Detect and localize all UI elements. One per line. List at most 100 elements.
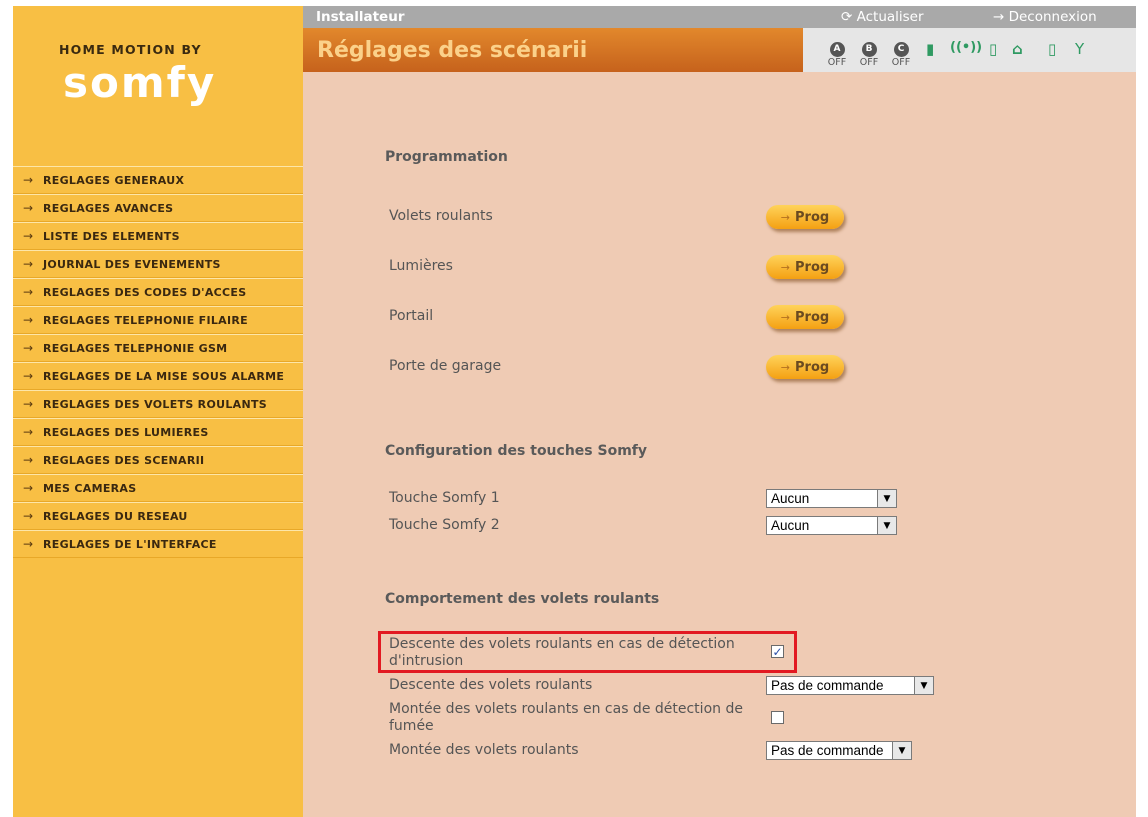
sidebar-item-label: REGLAGES DES CODES D'ACCES	[43, 285, 247, 299]
page-title: Réglages des scénarii	[317, 38, 588, 63]
antenna-icon: Y	[1075, 40, 1085, 58]
sidebar-item-lumieres[interactable]: → REGLAGES DES LUMIERES	[13, 418, 303, 446]
chevron-down-icon[interactable]: ▼	[892, 742, 911, 759]
arrow-right-icon: →	[993, 9, 1005, 25]
prog-row-label: Porte de garage	[389, 358, 502, 374]
config-row-label: Touche Somfy 1	[389, 490, 500, 506]
sidebar-item-mise-sous-alarme[interactable]: → REGLAGES DE LA MISE SOUS ALARME	[13, 362, 303, 390]
sidebar-item-label: REGLAGES DE LA MISE SOUS ALARME	[43, 369, 285, 383]
check-icon: ✓	[772, 645, 783, 659]
section-programmation-title: Programmation	[385, 149, 508, 165]
sidebar-item-label: REGLAGES DE L'INTERFACE	[43, 537, 217, 551]
chevron-down-icon[interactable]: ▼	[877, 490, 896, 507]
config-row-label: Touche Somfy 2	[389, 517, 500, 533]
fumee-label: Montée des volets roulants en cas de dét…	[389, 701, 743, 734]
sidebar-item-codes-acces[interactable]: → REGLAGES DES CODES D'ACCES	[13, 278, 303, 306]
status-bar: A OFF B OFF C OFF ▮ ((•)) ▯ ⌂ ▯ Y	[803, 28, 1136, 72]
title-bar: Réglages des scénarii	[303, 28, 803, 72]
arrow-right-icon: →	[22, 201, 34, 215]
main-content: Programmation Volets roulants → Prog Lumi…	[303, 72, 1136, 817]
sidebar-item-label: REGLAGES DES LUMIERES	[43, 425, 209, 439]
sidebar-item-label: REGLAGES AVANCES	[43, 201, 174, 215]
select-value: Aucun	[771, 518, 810, 533]
prog-button-portail[interactable]: → Prog	[766, 305, 844, 329]
arrow-right-icon: →	[22, 313, 34, 327]
intrusion-checkbox[interactable]: ✓	[771, 645, 784, 658]
arrow-right-icon: →	[22, 453, 34, 467]
sidebar: HOME MOTION BY somfy → REGLAGES GENERAUX …	[13, 6, 303, 817]
sidebar-item-cameras[interactable]: → MES CAMERAS	[13, 474, 303, 502]
zone-letter: B	[861, 42, 877, 57]
sidebar-item-label: REGLAGES DES SCENARII	[43, 453, 205, 467]
sidebar-item-volets-roulants[interactable]: → REGLAGES DES VOLETS ROULANTS	[13, 390, 303, 418]
logo-tagline: HOME MOTION BY	[59, 42, 202, 57]
intrusion-label: Descente des volets roulants en cas de d…	[389, 636, 735, 669]
montee-label: Montée des volets roulants	[389, 742, 579, 758]
prog-button-lumieres[interactable]: → Prog	[766, 255, 844, 279]
touche-somfy-2-select[interactable]: Aucun ▼	[766, 516, 897, 535]
fumee-checkbox[interactable]	[771, 711, 784, 724]
arrow-right-icon: →	[780, 360, 791, 374]
arrow-right-icon: →	[22, 173, 34, 187]
arrow-right-icon: →	[22, 341, 34, 355]
descente-select[interactable]: Pas de commande ▼	[766, 676, 934, 695]
arrow-right-icon: →	[22, 257, 34, 271]
zone-c-status: C OFF	[887, 36, 915, 68]
sidebar-nav: → REGLAGES GENERAUX → REGLAGES AVANCES → LI…	[13, 166, 303, 558]
sidebar-item-label: REGLAGES DU RESEAU	[43, 509, 188, 523]
sidebar-item-telephonie-gsm[interactable]: → REGLAGES TELEPHONIE GSM	[13, 334, 303, 362]
prog-row-label: Volets roulants	[389, 208, 493, 224]
chevron-down-icon[interactable]: ▼	[914, 677, 933, 694]
section-comportement-title: Comportement des volets roulants	[385, 591, 660, 607]
chevron-down-icon[interactable]: ▼	[877, 517, 896, 534]
sidebar-item-journal-evenements[interactable]: → JOURNAL DES EVENEMENTS	[13, 250, 303, 278]
sidebar-item-liste-elements[interactable]: → LISTE DES ELEMENTS	[13, 222, 303, 250]
logout-label: Deconnexion	[1008, 9, 1097, 25]
arrow-right-icon: →	[22, 537, 34, 551]
section-config-title: Configuration des touches Somfy	[385, 443, 648, 459]
arrow-right-icon: →	[22, 425, 34, 439]
zone-letter: C	[893, 42, 909, 57]
refresh-icon: ⟳	[841, 9, 853, 25]
prog-button-label: Prog	[795, 309, 830, 325]
prog-button-label: Prog	[795, 259, 830, 275]
sidebar-item-label: LISTE DES ELEMENTS	[43, 229, 180, 243]
zone-state: OFF	[891, 57, 911, 68]
user-role-label: Installateur	[316, 9, 405, 25]
sidebar-item-reglages-avances[interactable]: → REGLAGES AVANCES	[13, 194, 303, 222]
sidebar-item-label: MES CAMERAS	[43, 481, 137, 495]
sidebar-item-label: REGLAGES DES VOLETS ROULANTS	[43, 397, 267, 411]
zone-state: OFF	[827, 57, 847, 68]
sidebar-item-label: REGLAGES TELEPHONIE FILAIRE	[43, 313, 248, 327]
arrow-right-icon: →	[22, 285, 34, 299]
sidebar-item-interface[interactable]: → REGLAGES DE L'INTERFACE	[13, 530, 303, 558]
select-value: Pas de commande	[771, 743, 884, 758]
arrow-right-icon: →	[780, 210, 791, 224]
prog-button-label: Prog	[795, 209, 830, 225]
sidebar-item-telephonie-filaire[interactable]: → REGLAGES TELEPHONIE FILAIRE	[13, 306, 303, 334]
zone-a-status: A OFF	[823, 36, 851, 68]
zone-letter: A	[829, 42, 845, 57]
prog-row-label: Lumières	[389, 258, 453, 274]
logout-link[interactable]: → Deconnexion	[993, 9, 1097, 25]
somfy-logo[interactable]: HOME MOTION BY somfy	[13, 6, 303, 166]
door-icon: ▯	[989, 40, 998, 58]
arrow-right-icon: →	[22, 481, 34, 495]
sidebar-item-reseau[interactable]: → REGLAGES DU RESEAU	[13, 502, 303, 530]
prog-row-label: Portail	[389, 308, 434, 324]
zone-state: OFF	[859, 57, 879, 68]
logo-brand: somfy	[63, 58, 217, 107]
arrow-right-icon: →	[780, 310, 791, 324]
top-bar: Installateur ⟳ Actualiser → Deconnexion	[303, 6, 1136, 28]
sidebar-item-scenarii[interactable]: → REGLAGES DES SCENARII	[13, 446, 303, 474]
select-value: Aucun	[771, 491, 810, 506]
touche-somfy-1-select[interactable]: Aucun ▼	[766, 489, 897, 508]
prog-button-garage[interactable]: → Prog	[766, 355, 844, 379]
battery-icon: ▮	[926, 40, 935, 58]
montee-select[interactable]: Pas de commande ▼	[766, 741, 912, 760]
prog-button-volets[interactable]: → Prog	[766, 205, 844, 229]
sidebar-item-reglages-generaux[interactable]: → REGLAGES GENERAUX	[13, 166, 303, 194]
select-value: Pas de commande	[771, 678, 884, 693]
door-open-icon: ▯	[1048, 40, 1057, 58]
refresh-link[interactable]: ⟳ Actualiser	[841, 9, 924, 25]
